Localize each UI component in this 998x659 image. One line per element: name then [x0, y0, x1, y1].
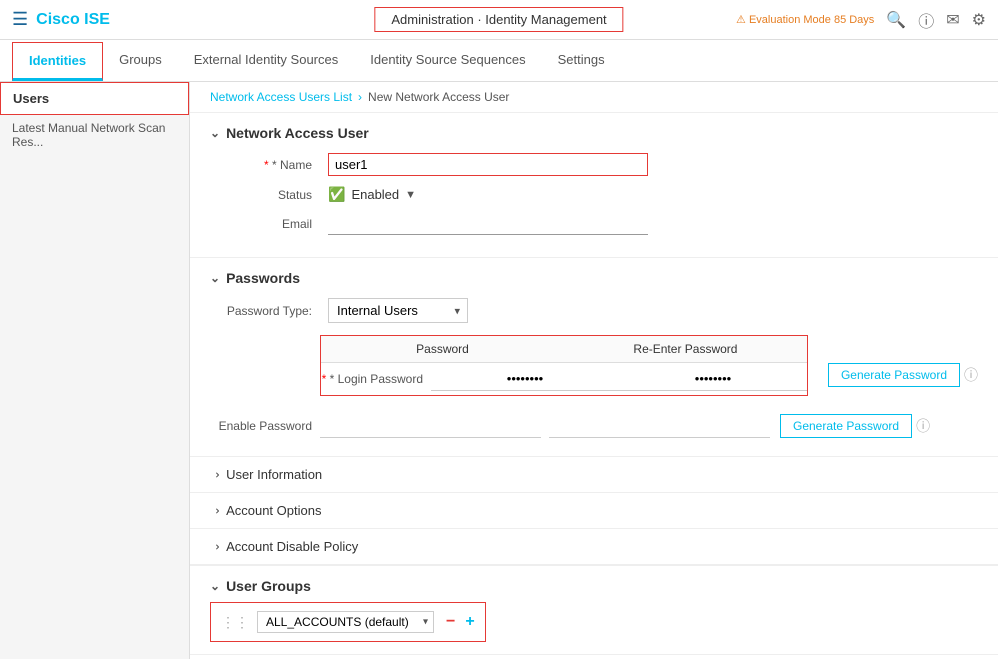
status-check-icon: ✅	[328, 186, 345, 203]
user-group-select-wrapper: ALL_ACCOUNTS (default) Employee Guest Co…	[257, 611, 434, 633]
breadcrumb-link[interactable]: Network Access Users List	[210, 90, 352, 104]
sidebar-item-users[interactable]: Users	[0, 82, 189, 115]
chevron-down-icon-pw: ⌄	[210, 271, 220, 285]
status-label: Status	[210, 188, 320, 202]
brand-logo: Cisco ISE	[36, 11, 110, 29]
tab-identities[interactable]: Identities	[12, 42, 103, 81]
chevron-down-icon-ug: ⌄	[210, 579, 220, 593]
name-row: * * Name	[210, 153, 978, 176]
user-group-row: ⋮⋮ ALL_ACCOUNTS (default) Employee Guest…	[221, 611, 475, 633]
network-access-user-section: ⌄ Network Access User * * Name Status ✅ …	[190, 113, 998, 258]
generate-enable-password-button[interactable]: Generate Password	[780, 414, 912, 438]
user-groups-section: ⌄ User Groups ⋮⋮ ALL_ACCOUNTS (default) …	[190, 566, 998, 655]
settings-icon[interactable]: ⚙	[972, 10, 986, 30]
pw-table-header: Password Re-Enter Password	[321, 336, 807, 363]
passwords-section: ⌄ Passwords Password Type: Internal User…	[190, 258, 998, 457]
section-header-network[interactable]: ⌄ Network Access User	[210, 125, 978, 141]
tab-groups[interactable]: Groups	[103, 42, 178, 80]
chevron-right-icon-accopts: ⌄	[208, 505, 222, 515]
login-password-input[interactable]	[431, 367, 619, 391]
pw-col-reenter: Re-Enter Password	[564, 336, 807, 362]
status-dropdown[interactable]: ✅ Enabled ▼	[328, 186, 416, 203]
user-groups-header[interactable]: ⌄ User Groups	[210, 578, 978, 594]
account-options-section[interactable]: ⌄ Account Options	[190, 493, 998, 529]
drag-handle-icon[interactable]: ⋮⋮	[221, 614, 249, 631]
section-title-user-info: User Information	[226, 467, 322, 482]
section-title-network: Network Access User	[226, 125, 369, 141]
enable-password-input[interactable]	[320, 414, 541, 438]
user-groups-inner: ⋮⋮ ALL_ACCOUNTS (default) Employee Guest…	[210, 602, 486, 642]
top-bar: ☰ Cisco ISE Administration · Identity Ma…	[0, 0, 998, 40]
sidebar-item-scan[interactable]: Latest Manual Network Scan Res...	[0, 115, 189, 155]
email-input[interactable]	[328, 213, 648, 235]
user-group-select[interactable]: ALL_ACCOUNTS (default) Employee Guest Co…	[257, 611, 434, 633]
feedback-icon[interactable]: ✉	[946, 10, 959, 30]
pw-type-wrapper: Internal Users External	[328, 298, 468, 323]
email-row: Email	[210, 213, 978, 235]
user-information-section[interactable]: ⌄ User Information	[190, 457, 998, 493]
pw-col-password: Password	[321, 336, 564, 362]
sidebar: Users Latest Manual Network Scan Res...	[0, 82, 190, 659]
enable-pw-label: Enable Password	[210, 419, 320, 433]
login-pw-row: * * Login Password	[321, 363, 807, 395]
info-icon-login[interactable]: ⓘ	[964, 365, 978, 385]
help-icon[interactable]: ⓘ	[918, 8, 934, 32]
remove-group-button[interactable]: −	[446, 613, 455, 631]
section-title-account-opts: Account Options	[226, 503, 321, 518]
login-password-reenter-input[interactable]	[619, 367, 807, 391]
email-label: Email	[210, 217, 320, 231]
section-title-passwords: Passwords	[226, 270, 300, 286]
section-header-passwords[interactable]: ⌄ Passwords	[210, 270, 978, 286]
enable-password-reenter-input[interactable]	[549, 414, 770, 438]
tab-bar: Identities Groups External Identity Sour…	[0, 40, 998, 82]
breadcrumb-sep: ›	[358, 90, 362, 104]
pw-type-label: Password Type:	[210, 304, 320, 318]
enable-pw-inputs	[320, 414, 770, 438]
info-icon-enable[interactable]: ⓘ	[916, 416, 930, 436]
login-pw-gen-area: Generate Password ⓘ	[818, 363, 978, 387]
breadcrumb-current: New Network Access User	[368, 90, 509, 104]
tab-settings[interactable]: Settings	[542, 42, 621, 80]
status-chevron-icon: ▼	[405, 189, 416, 201]
breadcrumb: Network Access Users List › New Network …	[190, 82, 998, 113]
tab-identity-sequences[interactable]: Identity Source Sequences	[354, 42, 541, 80]
chevron-down-icon: ⌄	[210, 126, 220, 140]
name-input[interactable]	[328, 153, 648, 176]
chevron-right-icon-userinfo: ⌄	[208, 469, 222, 479]
top-bar-right: ⚠ Evaluation Mode 85 Days 🔍 ⓘ ✉ ⚙	[736, 8, 986, 32]
pw-type-select[interactable]: Internal Users External	[328, 298, 468, 323]
name-label: * * Name	[210, 158, 320, 172]
password-type-row: Password Type: Internal Users External	[210, 298, 978, 323]
enable-pw-row: Enable Password Generate Password ⓘ	[210, 414, 978, 438]
generate-login-password-button[interactable]: Generate Password	[828, 363, 960, 387]
section-title-disable: Account Disable Policy	[226, 539, 358, 554]
search-icon[interactable]: 🔍	[886, 10, 906, 30]
chevron-right-icon-disable: ⌄	[208, 541, 222, 551]
hamburger-icon[interactable]: ☰	[12, 9, 28, 30]
status-value: Enabled	[351, 187, 399, 202]
main-content: Network Access Users List › New Network …	[190, 82, 998, 659]
status-row: Status ✅ Enabled ▼	[210, 186, 978, 203]
page-title: Administration · Identity Management	[374, 7, 623, 32]
password-table: Password Re-Enter Password * * Login Pas…	[320, 335, 808, 396]
eval-warning: ⚠ Evaluation Mode 85 Days	[736, 13, 874, 26]
tab-external-identity[interactable]: External Identity Sources	[178, 42, 355, 80]
main-layout: Users Latest Manual Network Scan Res... …	[0, 82, 998, 659]
account-disable-section[interactable]: ⌄ Account Disable Policy	[190, 529, 998, 565]
add-group-button[interactable]: +	[465, 613, 474, 631]
login-pw-label: * * Login Password	[321, 372, 431, 386]
section-title-user-groups: User Groups	[226, 578, 311, 594]
